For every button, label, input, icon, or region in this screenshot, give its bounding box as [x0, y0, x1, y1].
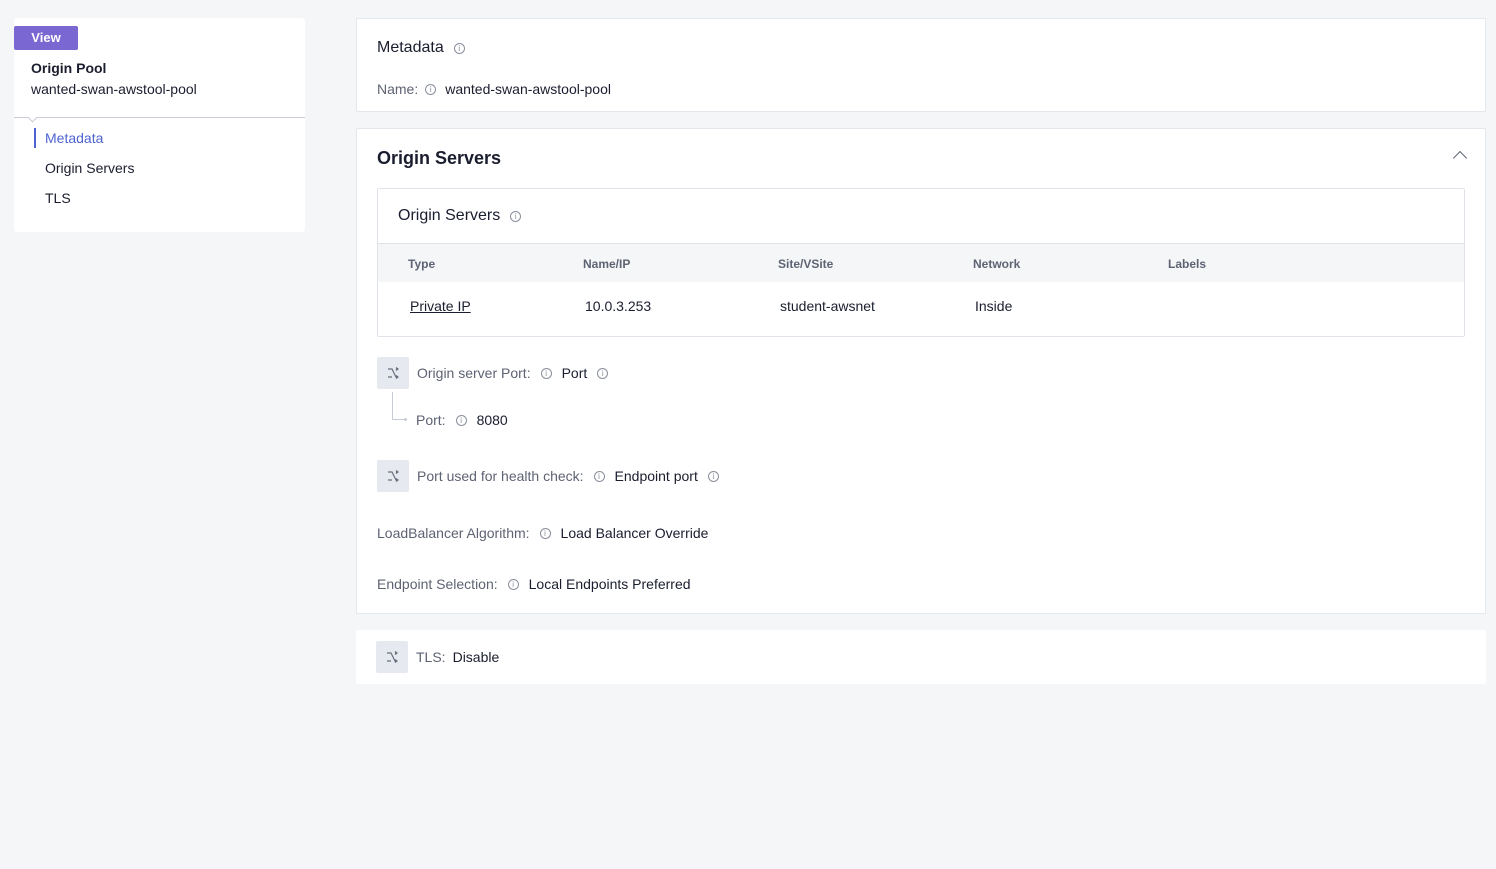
origin-servers-table-title: Origin Servers — [398, 207, 501, 224]
sidebar-nav: Metadata Origin Servers TLS — [34, 128, 134, 218]
tls-label: TLS: — [416, 649, 446, 665]
info-icon[interactable]: i — [455, 414, 467, 426]
sidebar-item-tls[interactable]: TLS — [34, 188, 134, 218]
sidebar-notch — [27, 112, 38, 123]
origin-servers-table-card: Origin Servers i Type Name/IP Site/VSite… — [377, 188, 1465, 337]
column-header-network: Network — [973, 257, 1021, 271]
metadata-panel: Metadata i Name: i wanted-swan-awstool-p… — [356, 18, 1486, 112]
tree-dot — [404, 418, 407, 421]
port-label: Port: — [416, 412, 446, 428]
metadata-title: Metadata — [377, 39, 444, 56]
name-value: wanted-swan-awstool-pool — [445, 81, 611, 97]
column-header-type: Type — [408, 257, 436, 271]
info-icon[interactable]: i — [539, 527, 551, 539]
info-icon[interactable]: i — [597, 367, 609, 379]
port-value: 8080 — [476, 412, 508, 428]
switch-icon[interactable] — [377, 460, 409, 492]
health-check-label: Port used for health check: — [417, 468, 584, 484]
row-type-link[interactable]: Private IP — [410, 298, 471, 314]
origin-servers-title: Origin Servers — [377, 148, 502, 168]
sidebar-item-metadata[interactable]: Metadata — [34, 128, 134, 158]
table-header: Type Name/IP Site/VSite Network Labels — [378, 243, 1464, 282]
info-icon[interactable]: i — [510, 210, 522, 222]
origin-port-value: Port — [561, 365, 588, 381]
sidebar: View Origin Pool wanted-swan-awstool-poo… — [14, 18, 305, 232]
sidebar-item-origin-servers[interactable]: Origin Servers — [34, 158, 134, 188]
collapse-chevron-icon[interactable] — [1452, 150, 1468, 166]
view-badge: View — [14, 26, 78, 50]
object-type: Origin Pool — [31, 60, 107, 76]
info-icon[interactable]: i — [593, 470, 605, 482]
row-name-ip: 10.0.3.253 — [585, 298, 652, 314]
name-label: Name: — [377, 81, 419, 97]
column-header-name-ip: Name/IP — [583, 257, 631, 271]
column-header-labels: Labels — [1168, 257, 1207, 271]
info-icon[interactable]: i — [453, 42, 465, 54]
row-site: student-awsnet — [780, 298, 875, 314]
lb-algorithm-label: LoadBalancer Algorithm: — [377, 525, 530, 541]
info-icon[interactable]: i — [707, 470, 719, 482]
tree-connector — [392, 392, 404, 420]
lb-algorithm-value: Load Balancer Override — [560, 525, 709, 541]
sidebar-divider — [14, 117, 305, 118]
endpoint-selection-value: Local Endpoints Preferred — [528, 576, 691, 592]
info-icon[interactable]: i — [507, 578, 519, 590]
origin-port-label: Origin server Port: — [417, 365, 531, 381]
info-icon[interactable]: i — [425, 83, 437, 95]
column-header-site: Site/VSite — [778, 257, 834, 271]
endpoint-selection-label: Endpoint Selection: — [377, 576, 498, 592]
tls-value: Disable — [452, 649, 500, 665]
switch-icon[interactable] — [377, 357, 409, 389]
switch-icon[interactable] — [376, 641, 408, 673]
health-check-value: Endpoint port — [614, 468, 698, 484]
info-icon[interactable]: i — [540, 367, 552, 379]
tls-panel: TLS: Disable — [356, 630, 1486, 684]
object-name: wanted-swan-awstool-pool — [31, 81, 197, 97]
row-network: Inside — [975, 298, 1013, 314]
origin-servers-panel: Origin Servers Origin Servers i Type Nam… — [356, 128, 1486, 614]
